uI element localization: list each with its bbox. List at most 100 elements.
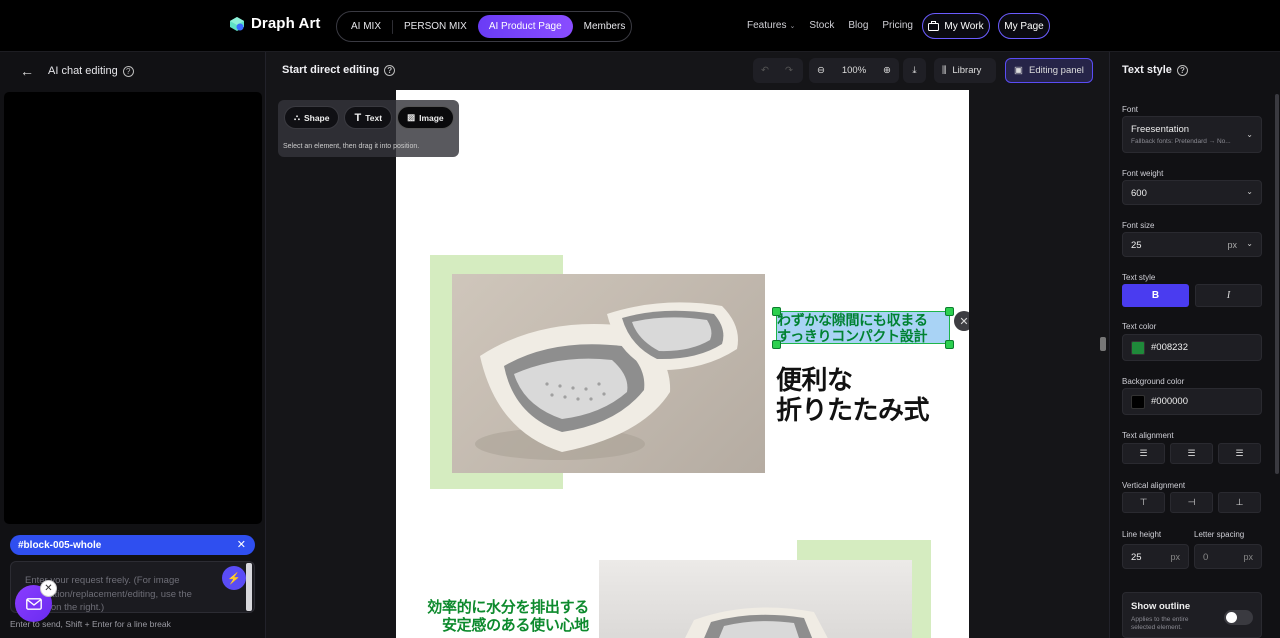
font-size-unit: px <box>1227 240 1237 250</box>
bg-color-picker[interactable]: #000000 <box>1122 388 1262 415</box>
briefcase-icon <box>928 21 940 31</box>
editor-area: Start direct editing? ↶ ↷ ⊖ 100% ⊕ ⤓ ⫼ Lib… <box>266 52 1109 638</box>
font-label: Font <box>1122 105 1139 114</box>
green-text-element[interactable]: 効率的に水分を排出する 安定感のある使い心地 <box>422 599 589 635</box>
help-icon[interactable]: ? <box>122 66 134 77</box>
text-color-label: Text color <box>1122 322 1157 331</box>
resize-handle-top-right[interactable] <box>945 307 954 316</box>
bold-button[interactable]: B <box>1122 284 1189 307</box>
font-weight-label: Font weight <box>1122 169 1164 178</box>
my-work-button[interactable]: My Work <box>922 13 990 39</box>
download-button[interactable]: ⤓ <box>903 58 926 83</box>
nav-link-features[interactable]: Features ⌄ <box>747 20 795 31</box>
library-button[interactable]: ⫼ Library <box>934 58 996 83</box>
chat-history[interactable] <box>4 92 262 524</box>
undo-icon[interactable]: ↶ <box>761 65 769 76</box>
nav-link-stock[interactable]: Stock <box>809 20 834 31</box>
help-icon[interactable]: ? <box>1176 64 1188 76</box>
heading-line-2: 折りたたみ式 <box>776 395 930 425</box>
shape-tool-button[interactable]: ⛬ Shape <box>284 106 340 129</box>
zoom-group: ⊖ 100% ⊕ <box>809 58 899 83</box>
align-right-button[interactable]: ☰ <box>1218 443 1261 464</box>
valign-middle-button[interactable]: ⊣ <box>1170 492 1213 513</box>
heading-text-element[interactable]: 便利な 折りたたみ式 <box>776 365 930 425</box>
nav-link-features-label: Features <box>747 20 787 31</box>
download-icon: ⤓ <box>912 65 917 76</box>
zoom-out-icon[interactable]: ⊖ <box>817 65 825 76</box>
mail-close-button[interactable]: ✕ <box>40 580 57 597</box>
insert-tools-popover: ⛬ Shape T Text ▨ Image Select an element, t… <box>278 100 459 157</box>
help-icon[interactable]: ? <box>384 64 396 76</box>
editing-panel-button[interactable]: ▣ Editing panel <box>1005 58 1093 83</box>
resize-handle-bottom-left[interactable] <box>772 340 781 349</box>
text-style-panel: Text style? Font Freesentation Fallback … <box>1109 52 1280 638</box>
chevron-down-icon: ⌄ <box>1246 239 1253 248</box>
align-center-button[interactable]: ☰ <box>1170 443 1213 464</box>
text-tool-label: Text <box>365 112 383 123</box>
back-arrow-icon[interactable]: ← <box>20 63 34 79</box>
italic-button[interactable]: I <box>1195 284 1262 307</box>
image-icon: ▨ <box>407 112 416 122</box>
image-tool-label: Image <box>419 112 444 123</box>
valign-top-button[interactable]: ⊤ <box>1122 492 1165 513</box>
ai-chat-panel: ← AI chat editing? #block-005-whole ✕ En… <box>0 52 266 638</box>
deselect-close-button[interactable]: ✕ <box>954 311 969 331</box>
text-color-picker[interactable]: #008232 <box>1122 334 1262 361</box>
close-icon[interactable]: ✕ <box>237 538 246 551</box>
shape-tool-label: Shape <box>303 112 330 123</box>
show-outline-desc-2: selected element. <box>1131 624 1182 631</box>
letter-spacing-unit: px <box>1243 552 1253 562</box>
undo-redo-group: ↶ ↷ <box>753 58 803 83</box>
ai-chat-title: AI chat editing? <box>48 65 134 77</box>
editing-panel-label: Editing panel <box>1028 65 1084 76</box>
image-tool-button[interactable]: ▨ Image <box>397 106 454 129</box>
nav-link-pricing[interactable]: Pricing <box>882 20 913 31</box>
green-text-line-2: 安定感のある使い心地 <box>441 617 589 634</box>
align-left-button[interactable]: ☰ <box>1122 443 1165 464</box>
font-select[interactable]: Freesentation Fallback fonts: Pretendard… <box>1122 116 1262 153</box>
product-image-colander-2[interactable] <box>599 560 912 638</box>
align-top-icon: ⊤ <box>1139 497 1148 507</box>
chevron-down-icon: ⌄ <box>1246 130 1253 139</box>
nav-link-blog[interactable]: Blog <box>848 20 868 31</box>
block-tag-label: #block-005-whole <box>18 539 102 551</box>
line-height-input[interactable]: 25 px <box>1122 544 1189 569</box>
my-page-button[interactable]: My Page <box>998 13 1050 39</box>
align-right-icon: ☰ <box>1235 448 1244 458</box>
pill-ai-product-page[interactable]: AI Product Page <box>477 15 573 38</box>
bg-color-swatch[interactable] <box>1131 394 1145 409</box>
zoom-in-icon[interactable]: ⊕ <box>883 65 891 76</box>
vertical-align-label: Vertical alignment <box>1122 481 1186 490</box>
pill-person-mix[interactable]: PERSON MIX <box>393 15 478 38</box>
letter-spacing-label: Letter spacing <box>1194 530 1245 539</box>
redo-icon[interactable]: ↷ <box>785 65 793 76</box>
chevron-down-icon: ⌄ <box>789 23 796 30</box>
brand-name: Draph Art <box>251 15 321 32</box>
library-label: Library <box>952 65 982 76</box>
letter-spacing-input[interactable]: 0 px <box>1194 544 1262 569</box>
panel-resize-handle[interactable] <box>1100 337 1106 351</box>
text-tool-button[interactable]: T Text <box>344 106 393 129</box>
send-button[interactable]: ⚡ <box>222 566 246 590</box>
resize-handle-bottom-right[interactable] <box>945 340 954 349</box>
pill-members[interactable]: Members <box>573 15 637 38</box>
text-icon: T <box>354 111 362 124</box>
brand-logo[interactable]: Draph Art <box>229 15 321 32</box>
font-size-input[interactable]: 25 px ⌄ <box>1122 232 1262 257</box>
logo-icon <box>229 16 245 32</box>
direct-edit-title-text: Start direct editing <box>282 64 380 76</box>
pill-ai-mix[interactable]: AI MIX <box>340 15 392 38</box>
selection-outline <box>776 311 950 344</box>
panel-scrollbar[interactable] <box>1275 94 1279 474</box>
show-outline-toggle[interactable] <box>1224 610 1253 625</box>
valign-bottom-button[interactable]: ⊥ <box>1218 492 1261 513</box>
bg-color-value: #000000 <box>1151 396 1188 407</box>
align-middle-icon: ⊣ <box>1187 497 1196 507</box>
chat-input-scrollbar[interactable] <box>246 563 252 611</box>
font-weight-value: 600 <box>1131 188 1147 199</box>
text-color-swatch[interactable] <box>1131 340 1145 355</box>
font-weight-select[interactable]: 600 ⌄ <box>1122 180 1262 205</box>
product-image-colander[interactable] <box>452 274 765 473</box>
design-canvas[interactable]: わずかな隙間にも収まる すっきりコンパクト設計 ✕ 便利な 折りたたみ式 効率的… <box>396 90 969 638</box>
resize-handle-top-left[interactable] <box>772 307 781 316</box>
